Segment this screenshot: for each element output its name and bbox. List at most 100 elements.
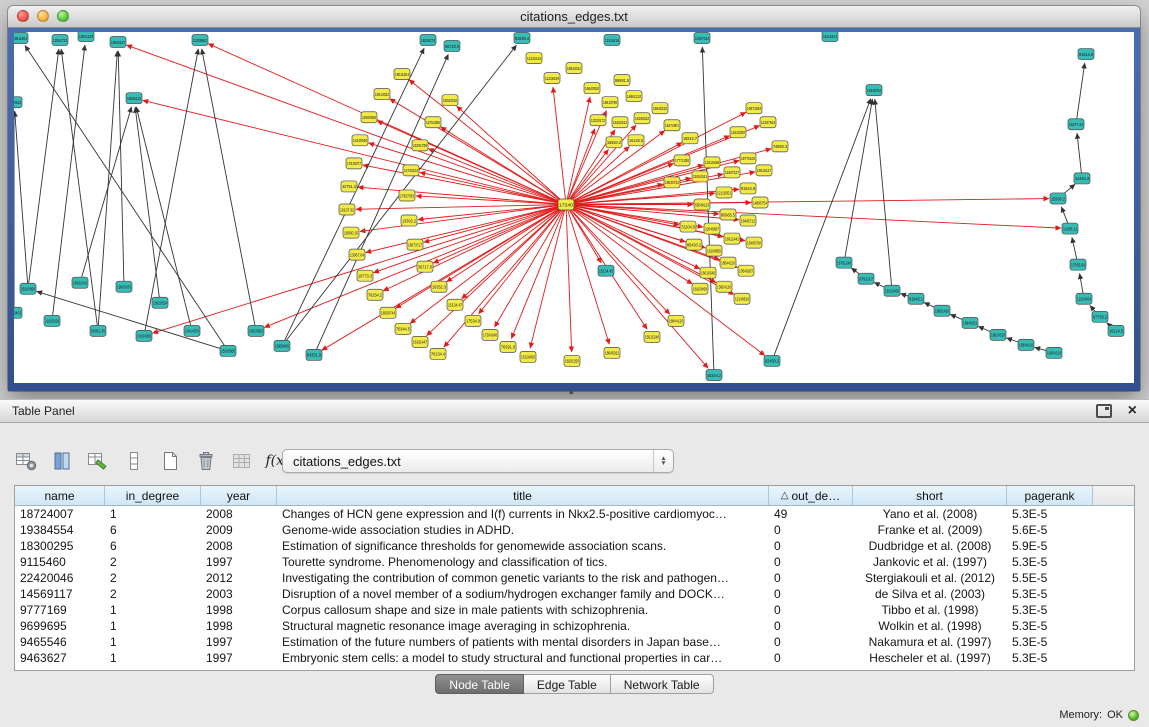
graph-node[interactable]: 19126450 <box>884 285 900 296</box>
graph-node[interactable]: 14895754 <box>752 197 768 208</box>
graph-edge[interactable] <box>447 204 566 281</box>
graph-node[interactable]: 17534.9 <box>465 315 481 326</box>
graph-edge[interactable] <box>875 99 892 291</box>
graph-node[interactable]: 17035.64 <box>1070 259 1086 270</box>
delete-table-button[interactable] <box>192 448 219 475</box>
window-titlebar[interactable]: citations_edges.txt <box>8 6 1140 28</box>
graph-edge[interactable] <box>844 99 872 263</box>
network-canvas[interactable]: 18511604 12084713 10841229 15845107 11309662… <box>14 32 1134 383</box>
column-header-name[interactable]: name <box>15 486 105 505</box>
graph-node[interactable]: 10973483 <box>746 103 762 114</box>
splitter-handle[interactable]: ▴ <box>569 387 574 396</box>
graph-edge[interactable] <box>135 107 160 303</box>
graph-node[interactable]: 16258.12 <box>1062 223 1078 234</box>
graph-node[interactable]: 16115424 <box>822 32 838 42</box>
graph-node[interactable]: 96981.5 <box>614 75 630 86</box>
graph-node[interactable]: 85493.2 <box>686 239 702 250</box>
table-selector-combobox[interactable]: citations_edges.txt ▲▼ <box>282 449 674 473</box>
graph-node[interactable]: 11309662 <box>192 35 208 46</box>
tab-node-table[interactable]: Node Table <box>435 674 524 694</box>
graph-edge[interactable] <box>202 49 256 331</box>
graph-node[interactable]: 15126450 <box>520 351 536 362</box>
graph-node[interactable]: 92450.2 <box>764 355 780 366</box>
graph-node[interactable]: 12115416 <box>604 35 620 46</box>
graph-node[interactable]: 16016127 <box>756 165 772 176</box>
graph-node[interactable]: 15584.2 <box>606 137 622 148</box>
new-column-button[interactable] <box>12 448 39 475</box>
tab-edge-table[interactable]: Edge Table <box>524 674 611 694</box>
graph-node[interactable]: 21905158 <box>44 315 60 326</box>
graph-node[interactable]: 13220172 <box>590 115 606 126</box>
row-functions-button[interactable] <box>120 448 147 475</box>
graph-node[interactable]: 20310523 <box>14 97 22 108</box>
graph-node[interactable]: 16912442 <box>724 233 740 244</box>
graph-node[interactable]: 74850.3 <box>772 141 788 152</box>
graph-edge[interactable] <box>420 172 566 204</box>
table-row[interactable]: 1938455462009Genome-wide association stu… <box>15 522 1134 538</box>
graph-node[interactable]: 25260950 <box>20 283 36 294</box>
graph-node[interactable]: 22049697 <box>704 223 720 234</box>
graph-node[interactable]: 18511604 <box>14 33 28 44</box>
graph-node[interactable]: 13967.04 <box>349 249 365 260</box>
table-row[interactable]: 1830029562008Estimation of significance … <box>15 538 1134 554</box>
graph-node[interactable]: 16558744 <box>380 307 396 318</box>
graph-node[interactable]: 15684210 <box>1046 347 1062 358</box>
column-header-title[interactable]: title <box>277 486 769 505</box>
table-row[interactable]: 1456911722003Disruption of a novel membe… <box>15 586 1134 602</box>
graph-node[interactable]: 16958466 <box>274 340 290 351</box>
graph-edge[interactable] <box>37 291 228 351</box>
graph-node[interactable]: 81830.4 <box>514 33 530 44</box>
column-header-short[interactable]: short <box>853 486 1007 505</box>
graph-node[interactable]: 10841229 <box>78 32 94 42</box>
graph-node[interactable]: 15845107 <box>110 37 126 48</box>
graph-node[interactable]: 16107.32 <box>339 204 355 215</box>
graph-node[interactable]: 20626593 <box>248 325 264 336</box>
graph-node[interactable]: 18107044 <box>694 33 710 44</box>
graph-node[interactable]: 80965.5 <box>720 209 736 220</box>
table-row[interactable]: 2242004622012Investigating the contribut… <box>15 570 1134 586</box>
float-panel-icon[interactable] <box>1096 404 1112 418</box>
graph-node[interactable]: 15134.47 <box>447 299 463 310</box>
table-row[interactable]: 1872400712008Changes of HCN gene express… <box>15 506 1134 522</box>
graph-edge[interactable] <box>566 204 765 355</box>
column-header-in-degree[interactable]: in_degree <box>105 486 201 505</box>
graph-node[interactable]: 18344.2 <box>706 369 722 380</box>
graph-edge[interactable] <box>153 204 566 333</box>
graph-edge[interactable] <box>479 204 566 313</box>
graph-node[interactable]: 67750.2 <box>1092 311 1108 322</box>
graph-node[interactable]: 16277.44 <box>1068 119 1084 130</box>
edit-column-button[interactable] <box>84 448 111 475</box>
graph-node[interactable]: 18844120 <box>668 315 684 326</box>
graph-node[interactable]: 18775105 <box>740 153 756 164</box>
graph-node[interactable]: 22680058 <box>361 112 377 123</box>
graph-node[interactable]: 65049123 <box>694 199 710 210</box>
zoom-window-button[interactable] <box>57 10 69 22</box>
graph-edge[interactable] <box>410 204 566 323</box>
tab-network-table[interactable]: Network Table <box>611 674 714 694</box>
graph-node[interactable]: 76391.0 <box>500 341 516 352</box>
graph-node[interactable]: 76254.2 <box>367 289 383 300</box>
graph-edge[interactable] <box>1077 133 1082 178</box>
graph-node[interactable]: 12084713 <box>52 35 68 46</box>
graph-node[interactable]: 55723.9 <box>444 41 460 52</box>
minimize-window-button[interactable] <box>37 10 49 22</box>
graph-node[interactable]: 16162612 <box>612 117 628 128</box>
graph-node[interactable]: 12754386 <box>425 117 441 128</box>
graph-node[interactable]: 16013022 <box>374 89 390 100</box>
graph-node[interactable]: 16338274 <box>420 35 436 46</box>
graph-node[interactable]: 16616540 <box>700 267 716 278</box>
graph-node[interactable]: 21091798 <box>412 140 428 151</box>
graph-node[interactable]: 59051.35 <box>90 325 106 336</box>
graph-node[interactable]: 16791240 <box>836 257 852 268</box>
graph-edge[interactable] <box>358 187 566 204</box>
graph-node[interactable]: 17815077 <box>346 158 362 169</box>
column-header-year[interactable]: year <box>201 486 277 505</box>
graph-node[interactable]: 18030742 <box>664 177 680 188</box>
graph-node[interactable]: 22063018 <box>442 95 458 106</box>
graph-node[interactable]: 15158432 <box>634 113 650 124</box>
graph-node[interactable]: 18024510 <box>990 329 1006 340</box>
graph-node[interactable]: 17240 <box>558 199 574 210</box>
graph-node[interactable]: 36717.0 <box>417 261 433 272</box>
graph-node[interactable]: 16191447 <box>412 336 428 347</box>
table-row[interactable]: 969969511998Structural magnetic resonanc… <box>15 618 1134 634</box>
